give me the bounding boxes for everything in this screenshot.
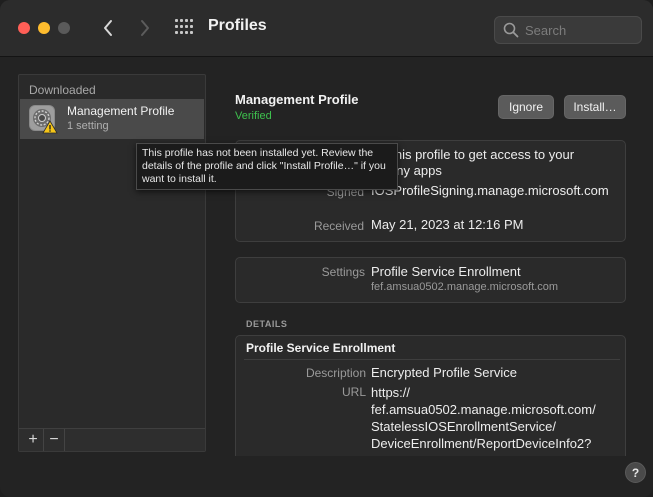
titlebar: Profiles Search — [0, 0, 653, 57]
sidebar-footer: + − — [19, 428, 205, 451]
verified-status: Verified — [235, 110, 272, 122]
signed-value: IOSProfileSigning.manage.microsoft.com — [371, 183, 609, 198]
zoom-button[interactable] — [58, 22, 70, 34]
sidebar-section-header: Downloaded — [29, 83, 96, 97]
details-description-label: Description — [305, 366, 366, 380]
details-url-label: URL — [341, 385, 366, 399]
profiles-sidebar: Downloaded Management Profile 1 setting … — [18, 74, 206, 452]
show-all-button[interactable] — [175, 19, 195, 37]
sidebar-item-name: Management Profile — [67, 104, 175, 118]
chevron-left-icon — [104, 20, 112, 36]
search-placeholder: Search — [525, 23, 567, 38]
close-button[interactable] — [18, 22, 30, 34]
settings-subvalue: fef.amsua0502.manage.microsoft.com — [371, 281, 559, 293]
back-button[interactable] — [96, 14, 120, 42]
details-url-value: https:// fef.amsua0502.manage.microsoft.… — [371, 385, 596, 451]
remove-profile-button[interactable]: − — [44, 429, 65, 451]
add-profile-button[interactable]: + — [23, 429, 44, 451]
window-title: Profiles — [208, 17, 267, 34]
gear-warning-icon — [29, 105, 58, 134]
sidebar-item-management-profile[interactable]: Management Profile 1 setting — [20, 99, 204, 139]
install-button[interactable]: Install… — [564, 95, 626, 119]
ignore-button[interactable]: Ignore — [498, 95, 554, 119]
chevron-right-icon — [141, 20, 149, 36]
install-hint-tooltip: This profile has not been installed yet.… — [136, 143, 398, 190]
help-button[interactable]: ? — [625, 462, 646, 483]
profile-name-heading: Management Profile — [235, 92, 359, 107]
received-label: Received — [313, 219, 364, 233]
settings-value: Profile Service Enrollment — [371, 264, 521, 279]
details-divider — [244, 359, 620, 360]
minimize-button[interactable] — [38, 22, 50, 34]
profile-description: tall this profile to get access to your … — [371, 147, 575, 178]
profiles-window: Profiles Search Downloaded Management Pr — [0, 0, 653, 497]
search-icon — [503, 22, 519, 38]
search-field[interactable]: Search — [494, 16, 642, 44]
details-title: Profile Service Enrollment — [246, 341, 396, 355]
sidebar-item-subtitle: 1 setting — [67, 120, 109, 132]
details-description-value: Encrypted Profile Service — [371, 365, 517, 380]
settings-label: Settings — [321, 265, 365, 279]
details-header: DETAILS — [246, 319, 288, 329]
forward-button[interactable] — [133, 14, 157, 42]
received-value: May 21, 2023 at 12:16 PM — [371, 217, 524, 232]
